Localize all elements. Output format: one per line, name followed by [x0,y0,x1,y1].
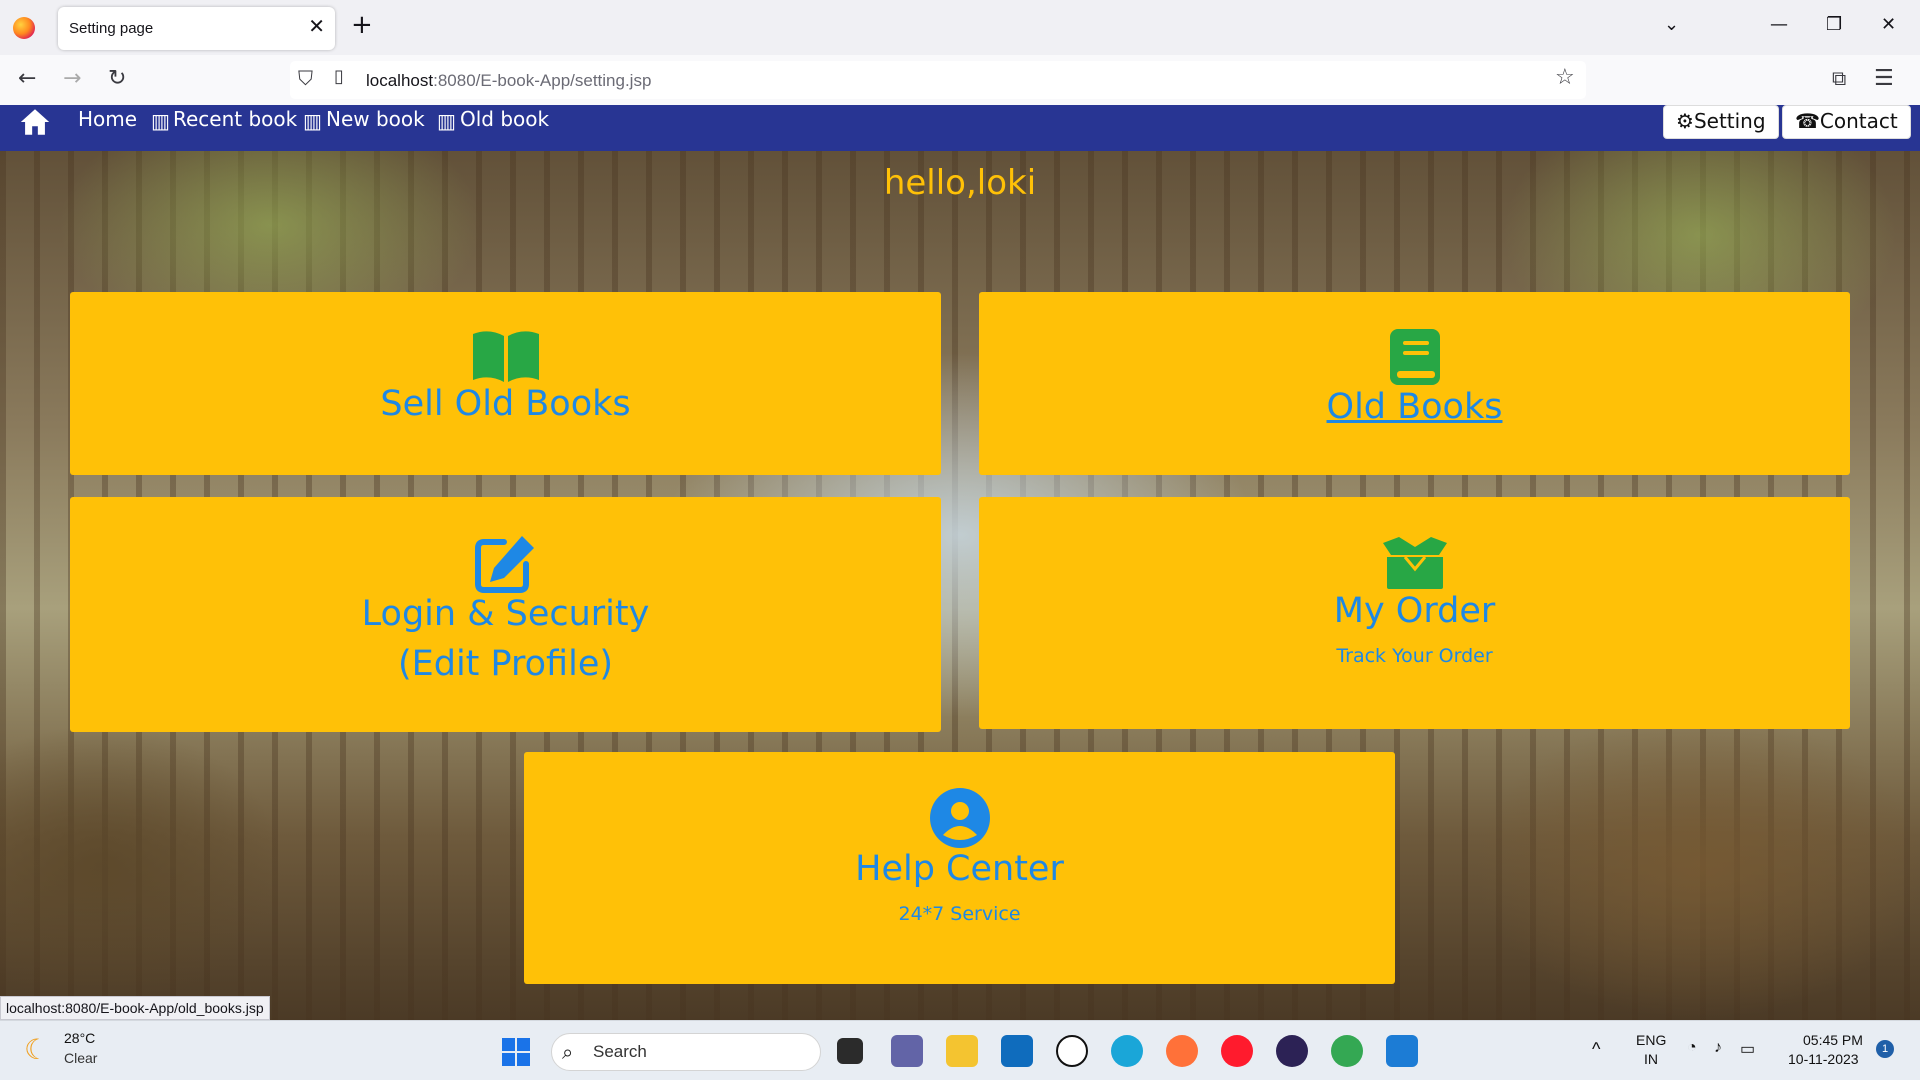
gear-icon: ⚙ [1676,109,1694,133]
book-icon [1389,329,1440,385]
weather-condition[interactable]: Clear [64,1050,97,1066]
box-icon [1382,537,1447,589]
status-bar-url: localhost:8080/E-book-App/old_books.jsp [0,996,270,1020]
restore-icon[interactable]: ❐ [1826,14,1842,35]
file-explorer-icon[interactable] [946,1035,978,1067]
old-books-link[interactable]: Old Books [979,387,1850,427]
setting-button[interactable]: ⚙Setting [1663,105,1779,139]
battery-icon[interactable]: ▭ [1740,1039,1755,1059]
teams-chat-icon[interactable] [891,1035,923,1067]
extensions-icon[interactable]: ⧉ [1832,68,1846,88]
windows-taskbar: ☾ 28°C Clear ⌕ Search ^ ENG IN ◔ ♪ ▭ 05:… [0,1020,1920,1080]
tab-title: Setting page [69,20,154,37]
back-icon[interactable]: ← [18,68,36,90]
taskbar-search[interactable] [551,1033,821,1071]
browser-tab[interactable]: Setting page ✕ [58,7,335,50]
taskbar-search-label: Search [593,1042,647,1061]
firefox-taskbar-icon[interactable] [1166,1035,1198,1067]
help-center-title: Help Center [855,849,1064,889]
tab-list-chevron-icon[interactable]: ⌄ [1664,14,1679,35]
windows-start-icon[interactable] [502,1038,530,1066]
setting-label: Setting [1693,109,1766,133]
clock-date[interactable]: 10-11-2023 [1788,1051,1859,1067]
nav-new-book-icon: ▥ [303,109,322,133]
url-text[interactable]: localhost:8080/E-book-App/setting.jsp [366,71,651,91]
chrome-icon[interactable] [1331,1035,1363,1067]
firefox-logo-icon[interactable] [13,17,35,39]
notification-badge[interactable]: 1 [1876,1040,1894,1058]
language-line-1[interactable]: ENG [1636,1032,1666,1048]
weather-temp[interactable]: 28°C [64,1030,95,1046]
home-icon[interactable] [18,105,52,139]
new-tab-icon[interactable]: + [351,12,373,38]
url-host: localhost [366,71,434,90]
reload-icon[interactable]: ↻ [108,68,126,90]
nav-old-book[interactable]: Old book [460,107,549,131]
greeting: hello,loki [883,163,1037,203]
edge-icon[interactable] [1111,1035,1143,1067]
contact-button[interactable]: ☎Contact [1782,105,1911,139]
microsoft-store-icon[interactable] [1001,1035,1033,1067]
shield-icon[interactable]: ⛉ [298,68,313,88]
language-line-2[interactable]: IN [1644,1051,1658,1067]
my-order-card[interactable]: My Order Track Your Order [979,497,1850,729]
sell-old-books-title: Sell Old Books [380,384,631,424]
nav-recent-book[interactable]: Recent book [173,107,297,131]
old-books-card[interactable]: Old Books [979,292,1850,475]
url-path: :8080/E-book-App/setting.jsp [433,71,652,90]
eclipse-icon[interactable] [1276,1035,1308,1067]
bookmark-star-icon[interactable]: ☆ [1555,67,1575,89]
page-info-icon[interactable]: ▯ [334,68,344,86]
tab-close-icon[interactable]: ✕ [308,16,325,36]
page-content: Home ▥ Recent book ▥ New book ▥ Old book… [0,105,1920,1020]
search-icon: ⌕ [562,1040,574,1064]
task-view-icon[interactable] [837,1038,863,1064]
track-order-subtitle: Track Your Order [1336,645,1493,667]
wifi-icon[interactable]: ◔ [1687,1039,1697,1057]
browser-tab-strip: Setting page ✕ + ⌄ — ❐ ✕ [0,0,1920,55]
help-center-subtitle: 24*7 Service [898,903,1021,925]
minimize-icon[interactable]: — [1770,14,1788,35]
opera-icon[interactable] [1221,1035,1253,1067]
help-center-card[interactable]: Help Center 24*7 Service [524,752,1395,984]
edit-icon [474,536,534,593]
nav-old-book-icon: ▥ [437,109,456,133]
photos-icon[interactable] [1386,1035,1418,1067]
nav-recent-book-icon: ▥ [151,109,170,133]
moon-weather-icon[interactable]: ☾ [24,1033,49,1066]
site-navbar: Home ▥ Recent book ▥ New book ▥ Old book… [0,105,1920,151]
my-order-title: My Order [1333,591,1496,631]
show-hidden-icons-chevron-icon[interactable]: ^ [1592,1039,1600,1060]
forward-icon[interactable]: → [63,68,81,90]
dell-icon[interactable] [1056,1035,1088,1067]
close-window-icon[interactable]: ✕ [1881,14,1896,35]
login-security-card[interactable]: Login & Security (Edit Profile) [70,497,941,732]
nav-home[interactable]: Home [78,107,137,131]
edit-profile-subtitle: (Edit Profile) [397,644,614,684]
clock-time[interactable]: 05:45 PM [1803,1032,1863,1048]
phone-square-icon: ☎ [1795,109,1820,133]
nav-new-book[interactable]: New book [326,107,425,131]
open-book-icon [472,331,539,382]
user-circle-icon [929,788,990,848]
volume-icon[interactable]: ♪ [1714,1039,1722,1057]
login-security-title: Login & Security [361,594,650,634]
menu-icon[interactable]: ☰ [1874,68,1894,90]
sell-old-books-card[interactable]: Sell Old Books [70,292,941,475]
contact-label: Contact [1819,109,1898,133]
